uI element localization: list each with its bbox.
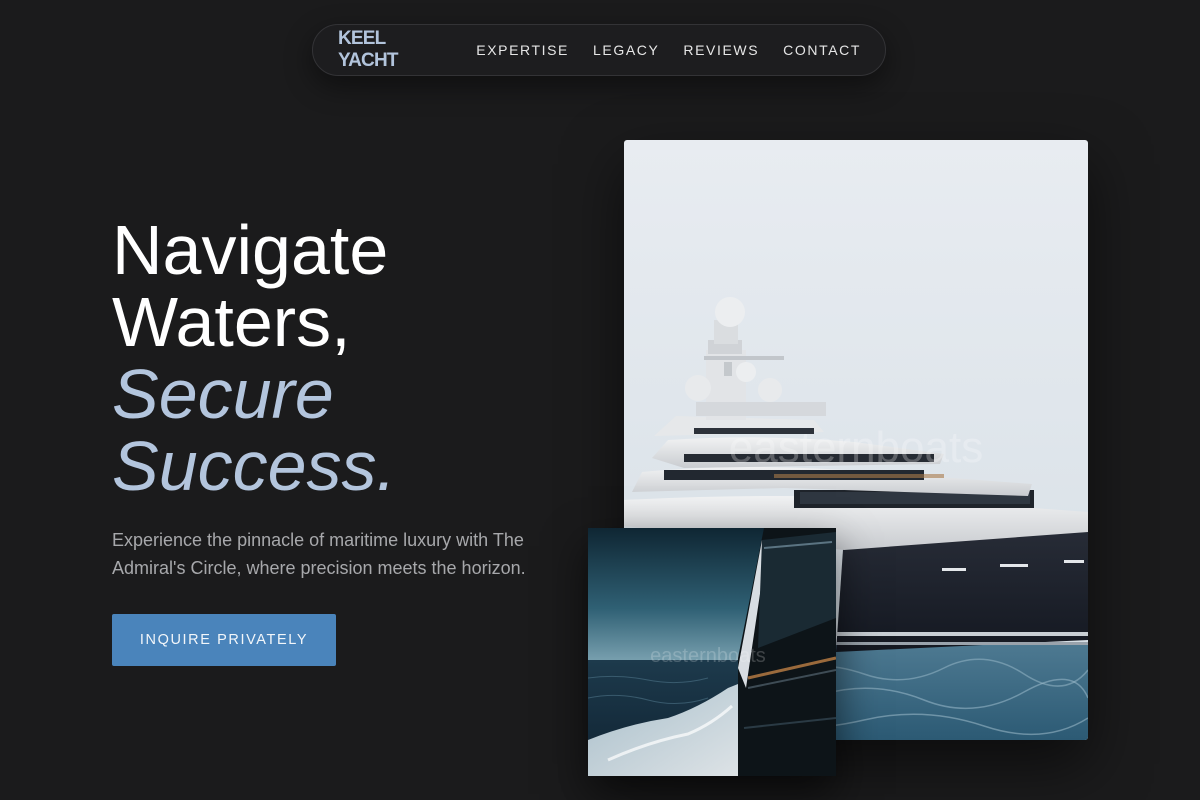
watermark-text: easternboats [729, 423, 983, 472]
hero-title-line: Waters, [112, 283, 351, 361]
inquire-button[interactable]: INQUIRE PRIVATELY [112, 614, 336, 666]
yacht-side-image: easternboats [588, 528, 836, 776]
nav-link-expertise[interactable]: EXPERTISE [476, 42, 569, 58]
hero-title: Navigate Waters, Secure Success. [112, 214, 396, 502]
hero-title-accent: Success. [112, 427, 396, 505]
hero-subtitle: Experience the pinnacle of maritime luxu… [112, 530, 526, 578]
watermark-text-small: easternboats [650, 645, 766, 667]
top-nav: KEEL YACHT EXPERTISE LEGACY REVIEWS CONT… [312, 24, 886, 76]
hero-title-line: Navigate [112, 211, 389, 289]
nav-link-reviews[interactable]: REVIEWS [683, 42, 759, 58]
nav-link-contact[interactable]: CONTACT [783, 42, 861, 58]
nav-link-legacy[interactable]: LEGACY [593, 42, 659, 58]
hero-title-accent: Secure [112, 355, 334, 433]
landing-page: KEEL YACHT EXPERTISE LEGACY REVIEWS CONT… [0, 0, 1200, 800]
brand-logo[interactable]: KEEL YACHT [338, 28, 444, 72]
